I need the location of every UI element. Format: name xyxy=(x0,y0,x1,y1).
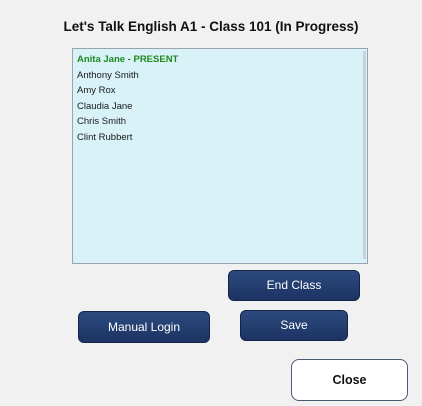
close-button[interactable]: Close xyxy=(291,359,408,401)
list-item[interactable]: Claudia Jane xyxy=(76,99,361,115)
list-item[interactable]: Clint Rubbert xyxy=(76,130,361,146)
manual-login-button[interactable]: Manual Login xyxy=(78,311,210,343)
student-list[interactable]: Anita Jane - PRESENT Anthony Smith Amy R… xyxy=(72,48,368,264)
list-item[interactable]: Amy Rox xyxy=(76,83,361,99)
page-title: Let's Talk English A1 - Class 101 (In Pr… xyxy=(63,19,359,34)
list-scrollbar[interactable] xyxy=(363,51,366,259)
list-item[interactable]: Chris Smith xyxy=(76,114,361,130)
list-item[interactable]: Anthony Smith xyxy=(76,68,361,84)
student-list-items: Anita Jane - PRESENT Anthony Smith Amy R… xyxy=(76,52,361,263)
save-button[interactable]: Save xyxy=(240,310,348,341)
end-class-button[interactable]: End Class xyxy=(228,270,360,301)
class-attendance-panel: Let's Talk English A1 - Class 101 (In Pr… xyxy=(0,0,422,406)
list-item[interactable]: Anita Jane - PRESENT xyxy=(76,52,361,68)
